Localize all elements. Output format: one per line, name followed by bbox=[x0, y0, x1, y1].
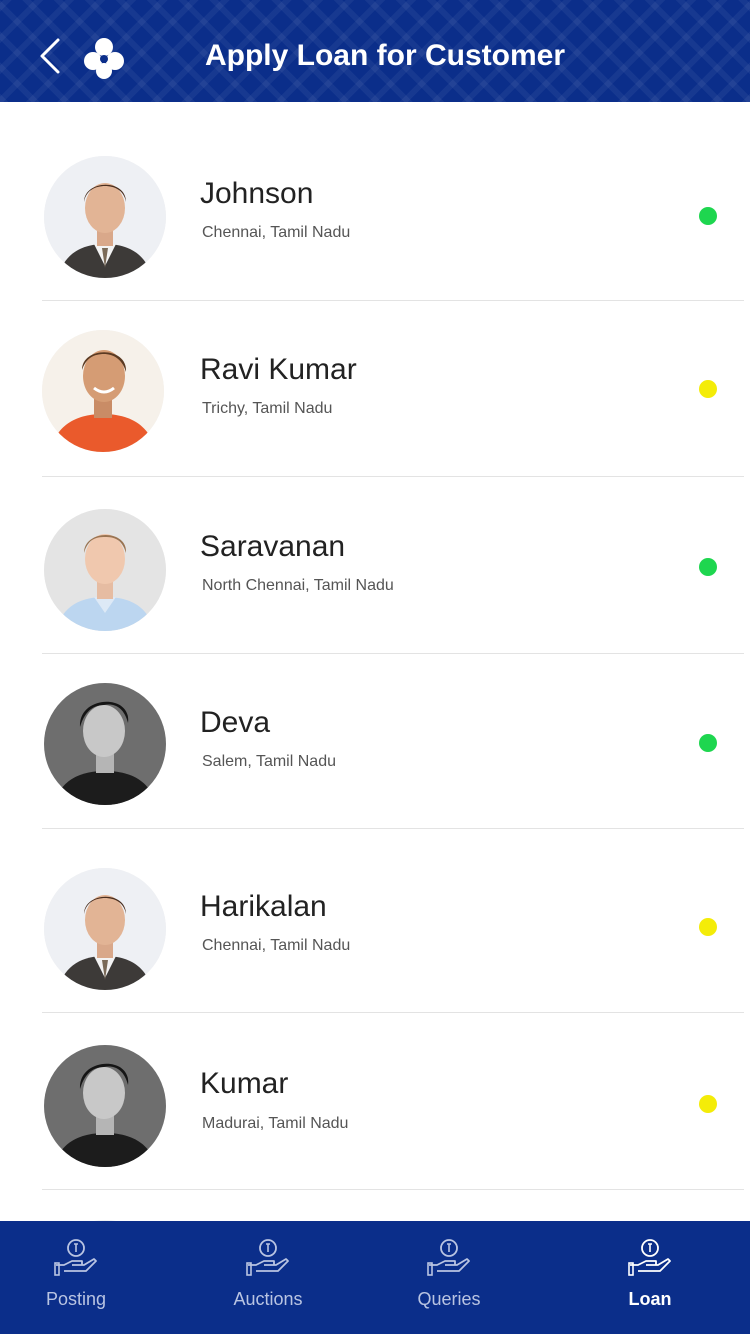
customer-name: Harikalan bbox=[200, 890, 327, 923]
avatar bbox=[44, 509, 166, 631]
back-button[interactable] bbox=[34, 34, 68, 78]
customer-location: Salem, Tamil Nadu bbox=[202, 753, 336, 770]
avatar bbox=[44, 683, 166, 805]
customer-list[interactable]: Johnson Chennai, Tamil Nadu Ravi Kumar T… bbox=[0, 102, 750, 1221]
customer-row[interactable]: Saravanan North Chennai, Tamil Nadu bbox=[0, 477, 750, 654]
customer-row[interactable]: Harikalan Chennai, Tamil Nadu bbox=[0, 829, 750, 1013]
bottom-nav: Posting Auctions Queries Loan bbox=[0, 1221, 750, 1334]
customer-location: Chennai, Tamil Nadu bbox=[202, 937, 351, 954]
customer-name: Johnson bbox=[200, 177, 314, 210]
customer-location: Trichy, Tamil Nadu bbox=[202, 400, 333, 417]
apply-loan-screen: Apply Loan for Customer Johnson Chennai,… bbox=[0, 0, 750, 1334]
status-dot bbox=[699, 1095, 717, 1113]
hand-coin-icon bbox=[628, 1239, 671, 1276]
hand-coin-icon bbox=[54, 1239, 97, 1276]
avatar bbox=[44, 868, 166, 990]
customer-row[interactable]: Kumar Madurai, Tamil Nadu bbox=[0, 1013, 750, 1190]
app-header: Apply Loan for Customer bbox=[0, 0, 750, 102]
nav-item-posting[interactable]: Posting bbox=[0, 1221, 156, 1334]
customer-name: Kumar bbox=[200, 1067, 289, 1100]
customer-row[interactable]: Ravi Kumar Trichy, Tamil Nadu bbox=[0, 301, 750, 477]
hand-coin-icon bbox=[246, 1239, 289, 1276]
customer-name: Saravanan bbox=[200, 530, 346, 563]
nav-item-loan[interactable]: Loan bbox=[570, 1221, 730, 1334]
customer-row[interactable] bbox=[0, 1190, 750, 1221]
status-dot bbox=[699, 918, 717, 936]
page-title: Apply Loan for Customer bbox=[204, 39, 565, 72]
customer-row[interactable]: Deva Salem, Tamil Nadu bbox=[0, 654, 750, 829]
status-dot bbox=[699, 380, 717, 398]
nav-label: Queries bbox=[417, 1289, 481, 1309]
customer-name: Ravi Kumar bbox=[200, 353, 357, 386]
customer-name: Deva bbox=[200, 706, 271, 739]
customer-row[interactable]: Johnson Chennai, Tamil Nadu bbox=[0, 102, 750, 301]
nav-item-queries[interactable]: Queries bbox=[369, 1221, 529, 1334]
avatar bbox=[42, 330, 164, 452]
avatar bbox=[44, 1045, 166, 1167]
app-logo-icon bbox=[80, 34, 128, 82]
hand-coin-icon bbox=[427, 1239, 470, 1276]
nav-item-auctions[interactable]: Auctions bbox=[188, 1221, 348, 1334]
nav-label: Loan bbox=[628, 1289, 672, 1309]
customer-location: North Chennai, Tamil Nadu bbox=[202, 577, 394, 594]
avatar bbox=[44, 156, 166, 278]
chevron-left-icon bbox=[40, 38, 60, 74]
nav-label: Auctions bbox=[233, 1289, 303, 1309]
status-dot bbox=[699, 558, 717, 576]
status-dot bbox=[699, 207, 717, 225]
nav-label: Posting bbox=[45, 1289, 107, 1309]
customer-location: Chennai, Tamil Nadu bbox=[202, 224, 351, 241]
customer-location: Madurai, Tamil Nadu bbox=[202, 1115, 349, 1132]
status-dot bbox=[699, 734, 717, 752]
